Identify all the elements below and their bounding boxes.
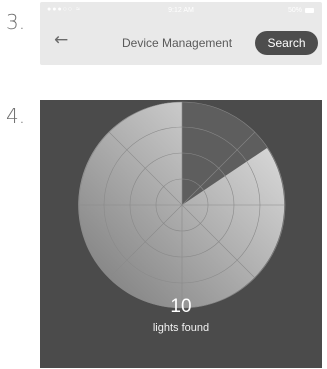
search-button[interactable]: Search	[255, 31, 318, 55]
lights-found-label: lights found	[152, 322, 210, 334]
battery-icon	[305, 8, 314, 13]
back-arrow-icon[interactable]: ←	[54, 32, 68, 49]
battery-percent: 50%	[287, 7, 302, 14]
phone-header-screenshot: ●●●○○ ≈ 9:12 AM 50% ← Device Management …	[40, 2, 322, 65]
page-title: Device Management	[122, 36, 233, 50]
navigation-bar: ← Device Management Search	[40, 24, 322, 60]
lights-found-count: 10	[170, 296, 192, 317]
radar-scan-panel: 10 lights found	[40, 100, 322, 368]
step-number-4: 4.	[6, 104, 26, 128]
step-number-3: 3.	[6, 10, 26, 34]
status-bar: ●●●○○ ≈ 9:12 AM 50%	[40, 2, 322, 20]
battery-indicator: 50%	[288, 7, 314, 14]
radar-grid	[78, 101, 286, 309]
status-time: 9:12 AM	[168, 7, 194, 14]
